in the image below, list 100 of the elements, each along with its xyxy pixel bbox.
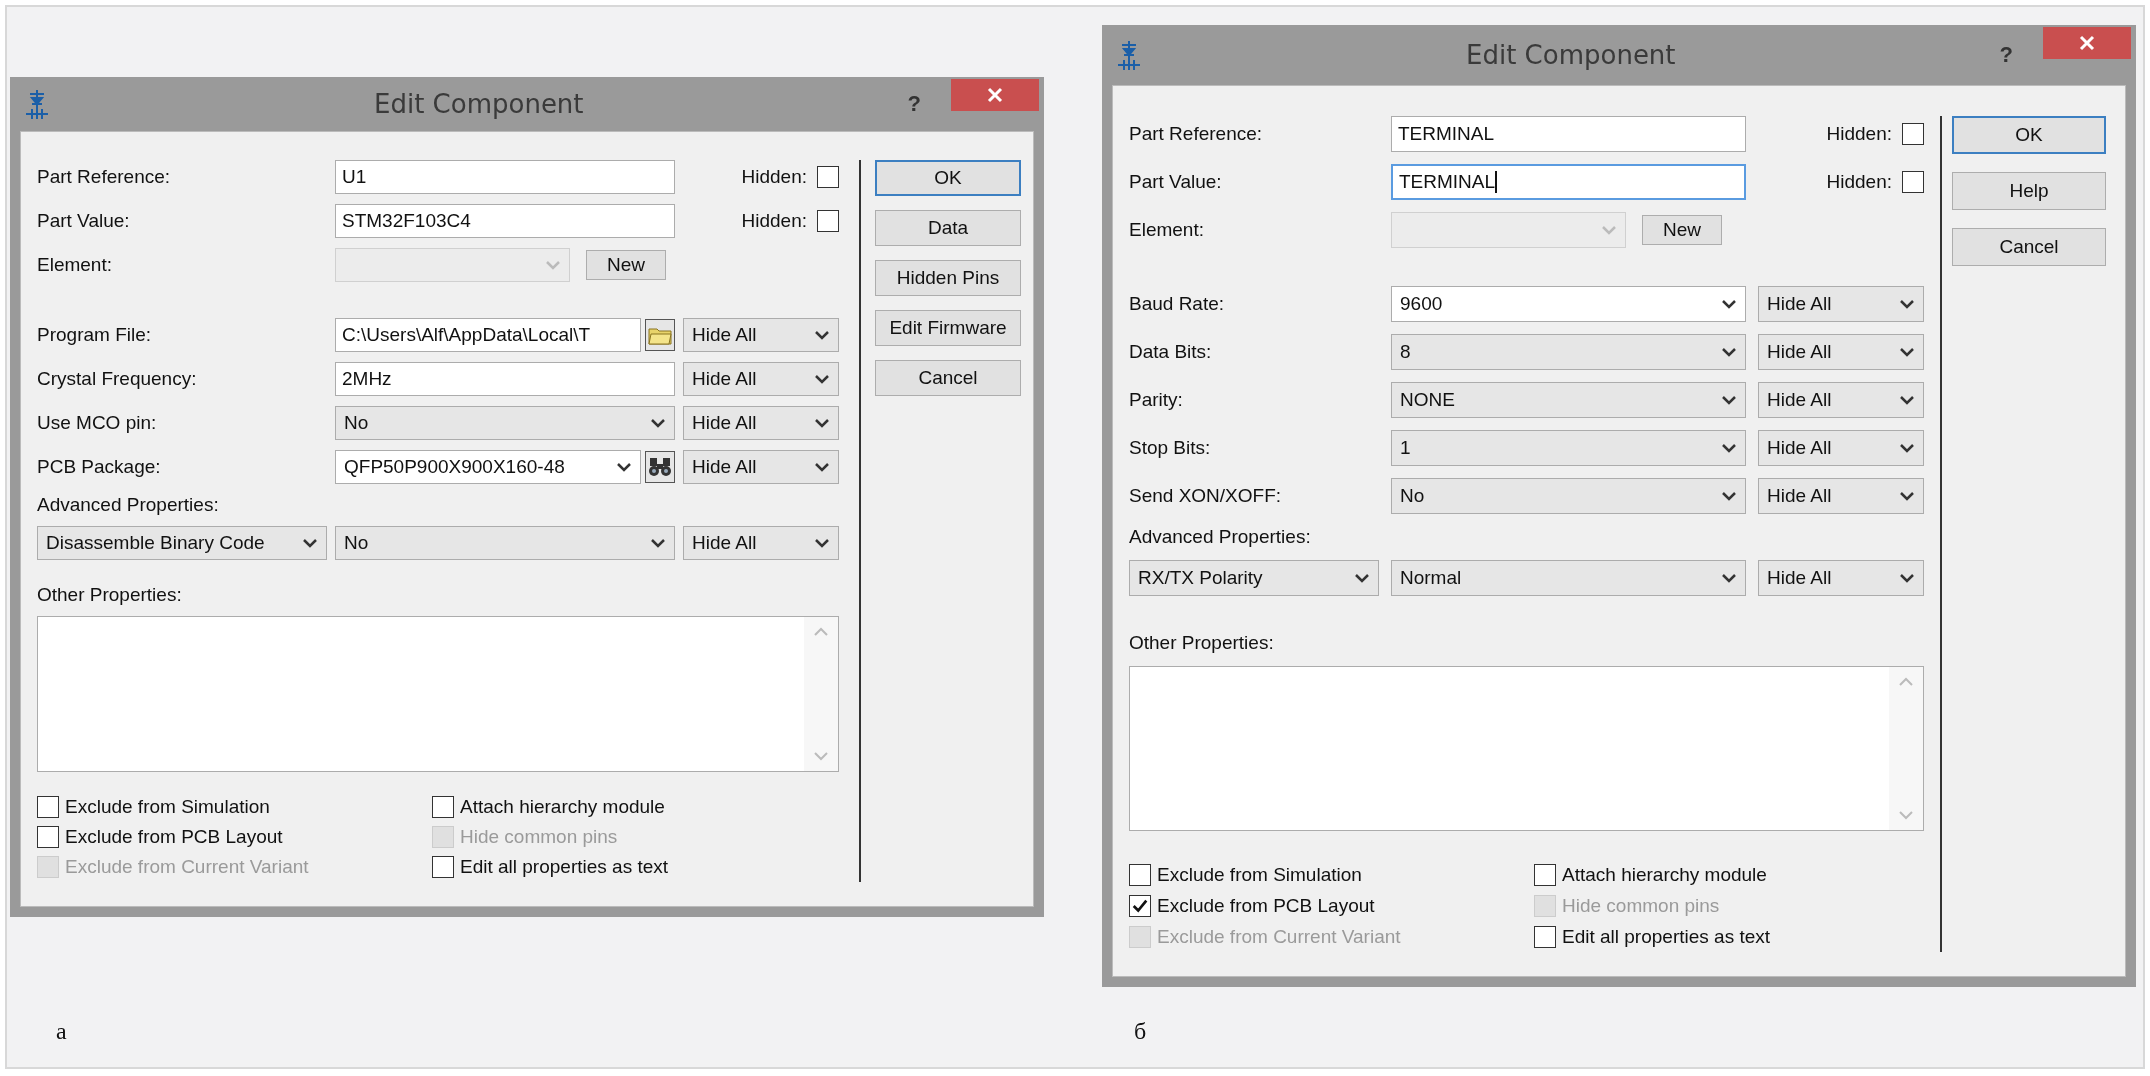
checkbox-label: Attach hierarchy module	[460, 796, 665, 818]
caret-icon	[650, 538, 666, 548]
caret-icon	[1899, 491, 1915, 501]
section-label: Advanced Properties:	[1129, 526, 1312, 548]
field-label: Baud Rate:	[1129, 293, 1226, 315]
checkbox[interactable]	[432, 796, 454, 818]
hidden-label: Hidden:	[741, 166, 807, 188]
visibility-dropdown[interactable]: Hide All	[1758, 286, 1924, 322]
dialog-button[interactable]: OK	[1952, 116, 2106, 154]
visibility-dropdown[interactable]: Hide All	[683, 318, 839, 352]
text-field[interactable]: TERMINAL	[1391, 116, 1746, 152]
visibility-dropdown[interactable]: Hide All	[683, 362, 839, 396]
component-icon	[1116, 40, 1142, 70]
caret-icon	[1721, 395, 1737, 405]
text-field[interactable]: 2MHz	[335, 362, 675, 396]
checkbox-label: Hide common pins	[1562, 894, 1720, 917]
caret-icon	[814, 462, 830, 472]
checkbox[interactable]	[1902, 123, 1924, 145]
visibility-dropdown[interactable]: Hide All	[1758, 478, 1924, 514]
property-dropdown[interactable]: RX/TX Polarity	[1129, 560, 1379, 596]
caret-icon	[814, 538, 830, 548]
field-label: PCB Package:	[37, 456, 162, 478]
component-icon	[24, 89, 50, 119]
dropdown[interactable]: No	[1391, 478, 1746, 514]
dialog-button[interactable]: Cancel	[875, 360, 1021, 396]
dropdown[interactable]: QFP50P900X900X160-48	[335, 450, 641, 484]
checkbox-label: Exclude from Current Variant	[65, 856, 309, 878]
dropdown[interactable]: No	[335, 406, 675, 440]
field-label: Crystal Frequency:	[37, 368, 198, 390]
figure-caption: а	[56, 1018, 68, 1045]
caret-icon	[1899, 395, 1915, 405]
visibility-dropdown[interactable]: Hide All	[683, 406, 839, 440]
hidden-label: Hidden:	[1826, 123, 1892, 145]
checkbox[interactable]	[1902, 171, 1924, 193]
field-label: Stop Bits:	[1129, 437, 1212, 459]
caret-icon	[1601, 225, 1617, 235]
checkbox-label: Edit all properties as text	[460, 856, 669, 878]
hidden-label: Hidden:	[1826, 171, 1892, 193]
value-dropdown[interactable]: Normal	[1391, 560, 1746, 596]
checkbox[interactable]	[817, 210, 839, 232]
dropdown[interactable]: 8	[1391, 334, 1746, 370]
checkbox[interactable]	[432, 856, 454, 878]
window-title: Edit Component	[1465, 40, 1677, 70]
field-label: Element:	[37, 254, 113, 276]
checkbox[interactable]	[37, 796, 59, 818]
dropdown[interactable]: NONE	[1391, 382, 1746, 418]
section-label: Other Properties:	[1129, 632, 1275, 654]
binoculars-icon	[648, 456, 672, 478]
caret-icon	[545, 260, 561, 270]
text-field[interactable]: STM32F103C4	[335, 204, 675, 238]
help-button[interactable]: ?	[907, 91, 921, 117]
caret-icon	[616, 462, 632, 472]
dropdown[interactable]: 9600	[1391, 286, 1746, 322]
checkbox[interactable]	[37, 826, 59, 848]
field-label: Use MCO pin:	[37, 412, 158, 434]
browse-button[interactable]	[645, 319, 675, 351]
property-dropdown[interactable]: Disassemble Binary Code	[37, 526, 327, 560]
close-button[interactable]	[951, 79, 1039, 111]
checkbox-label: Exclude from Current Variant	[1157, 925, 1401, 948]
checkbox-label: Exclude from Simulation	[1157, 863, 1362, 886]
field-label: Send XON/XOFF:	[1129, 485, 1283, 507]
caret-icon	[1721, 573, 1737, 583]
new-button[interactable]: New	[1642, 215, 1722, 245]
folder-icon	[648, 325, 672, 345]
dialog-button[interactable]: Hidden Pins	[875, 260, 1021, 296]
dialog-button[interactable]: Help	[1952, 172, 2106, 210]
checkbox-label: Edit all properties as text	[1562, 925, 1771, 948]
checkbox[interactable]	[1129, 894, 1151, 917]
checkbox[interactable]	[817, 166, 839, 188]
visibility-dropdown[interactable]: Hide All	[1758, 334, 1924, 370]
search-button[interactable]	[645, 451, 675, 483]
visibility-dropdown[interactable]: Hide All	[1758, 430, 1924, 466]
field-label: Part Value:	[1129, 171, 1223, 193]
visibility-dropdown[interactable]: Hide All	[683, 450, 839, 484]
dialog-button[interactable]: Cancel	[1952, 228, 2106, 266]
field-label: Data Bits:	[1129, 341, 1213, 363]
visibility-dropdown[interactable]: Hide All	[683, 526, 839, 560]
caret-icon	[1899, 573, 1915, 583]
field-label: Program File:	[37, 324, 153, 346]
visibility-dropdown[interactable]: Hide All	[1758, 560, 1924, 596]
caret-icon	[1721, 443, 1737, 453]
field-label: Parity:	[1129, 389, 1184, 411]
text-field[interactable]: TERMINAL	[1391, 164, 1746, 200]
field-label: Part Value:	[37, 210, 131, 232]
dialog-button[interactable]: OK	[875, 160, 1021, 196]
close-button[interactable]	[2043, 27, 2131, 59]
checkbox[interactable]	[1534, 925, 1556, 948]
visibility-dropdown[interactable]: Hide All	[1758, 382, 1924, 418]
dropdown[interactable]: 1	[1391, 430, 1746, 466]
checkbox[interactable]	[1534, 863, 1556, 886]
checkbox[interactable]	[1129, 863, 1151, 886]
caret-icon	[814, 418, 830, 428]
dialog-button[interactable]: Edit Firmware	[875, 310, 1021, 346]
help-button[interactable]: ?	[1999, 42, 2013, 68]
new-button[interactable]: New	[586, 250, 666, 280]
dialog-button[interactable]: Data	[875, 210, 1021, 246]
file-path-field[interactable]: C:\Users\Alf\AppData\Local\T	[335, 318, 641, 352]
text-field[interactable]: U1	[335, 160, 675, 194]
value-dropdown[interactable]: No	[335, 526, 675, 560]
window-title: Edit Component	[373, 89, 585, 119]
